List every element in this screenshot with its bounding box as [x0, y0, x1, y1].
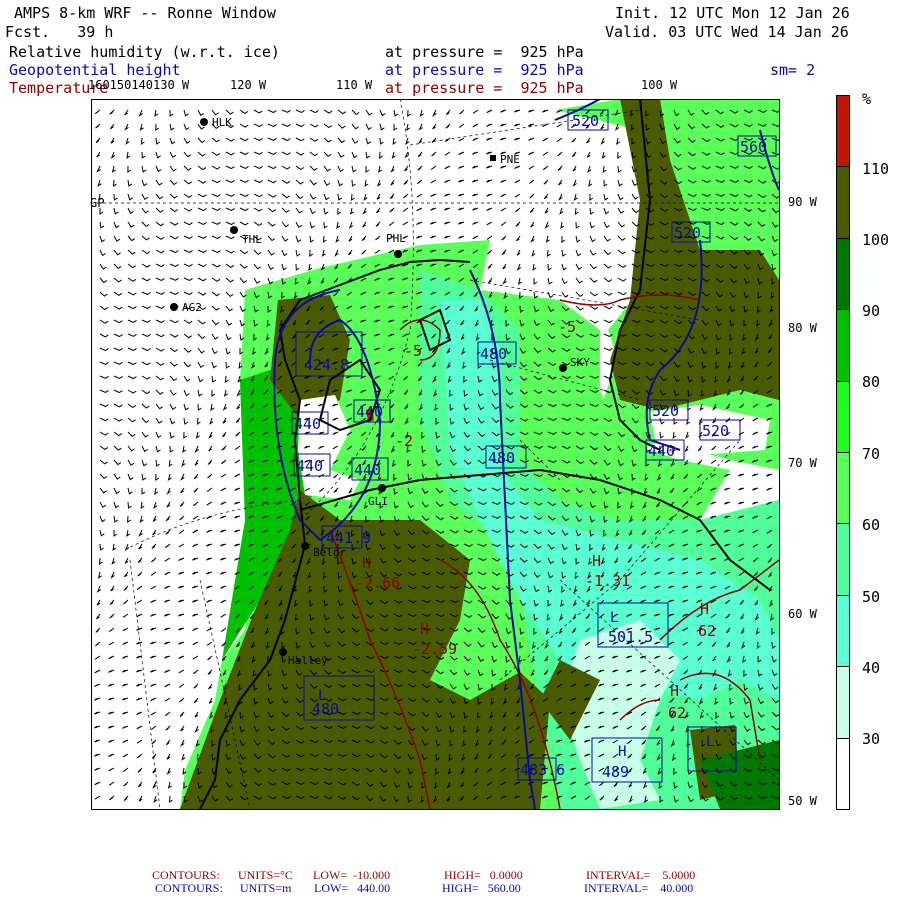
svg-text:424.8: 424.8: [304, 356, 349, 374]
field-height-level: at pressure = 925 hPa: [385, 61, 584, 79]
colorbar-tick: 40: [862, 659, 881, 677]
forecast-hour: Fcst. 39 h: [5, 23, 114, 41]
height-contour-label: CONTOURS:: [155, 881, 223, 895]
svg-text:H: H: [592, 552, 601, 570]
svg-text:441.9: 441.9: [326, 529, 371, 547]
colorbar-tick: 70: [862, 445, 881, 463]
height-contour-interval: INTERVAL= 40.000: [584, 881, 694, 895]
svg-text:L: L: [706, 734, 714, 750]
height-contour-units: UNITS=m: [240, 881, 292, 895]
station-label: SKY: [570, 356, 590, 369]
svg-text:560: 560: [740, 138, 767, 156]
temp-contour-low: LOW= -10.000: [313, 868, 391, 882]
temp-contour-label: CONTOURS:: [152, 868, 220, 882]
lat-label: 70 W: [788, 456, 817, 470]
temp-contour-interval: INTERVAL= 5.0000: [586, 868, 696, 882]
lon-label: 120 W: [230, 78, 267, 92]
valid-time: Valid. 03 UTC Wed 14 Jan 26: [605, 23, 849, 41]
height-contour-high: HIGH= 560.00: [442, 881, 521, 895]
station-label: GLI: [368, 495, 388, 508]
svg-text:-5: -5: [404, 342, 422, 360]
lat-label-left: GP: [90, 196, 105, 210]
svg-text:501.5: 501.5: [608, 628, 653, 646]
init-time: Init. 12 UTC Mon 12 Jan 26: [615, 4, 850, 22]
station-label: PHL: [386, 232, 406, 245]
colorbar-swatch: [836, 523, 850, 596]
colorbar-tick: 90: [862, 302, 881, 320]
svg-text:-2: -2: [395, 432, 413, 450]
lon-label: 160150140130 W: [88, 78, 190, 92]
colorbar-swatch: [836, 666, 850, 739]
smoothing-label: sm= 2: [770, 61, 816, 79]
svg-text:480: 480: [488, 449, 515, 467]
svg-text:L: L: [610, 610, 618, 626]
lat-label: 50 W: [788, 794, 817, 808]
svg-text:489: 489: [602, 763, 629, 781]
colorbar-swatch: [836, 380, 850, 453]
svg-text:-2.66: -2.66: [355, 574, 400, 592]
station-label: THL: [242, 233, 262, 246]
svg-text:H: H: [362, 554, 371, 572]
colorbar-swatch: [836, 594, 850, 668]
svg-text:440: 440: [296, 457, 323, 475]
map-panel: HLK PNE THL PHL AG2 SKY GLI Belgr Halley…: [91, 99, 780, 810]
svg-text:62: 62: [698, 622, 716, 640]
svg-text:62: 62: [668, 704, 686, 722]
map-title: AMPS 8-km WRF -- Ronne Window: [14, 4, 276, 22]
lat-label: 60 W: [788, 607, 817, 621]
svg-text:520: 520: [652, 402, 679, 420]
svg-text:H: H: [700, 600, 709, 618]
svg-text:-1.31: -1.31: [585, 572, 630, 590]
colorbar-swatch: [836, 95, 850, 168]
colorbar-swatch: [836, 166, 850, 239]
colorbar-tick: 110: [862, 160, 890, 178]
station-label: HLK: [212, 116, 232, 129]
svg-text:520: 520: [674, 224, 701, 242]
svg-text:H: H: [420, 620, 429, 638]
lon-label: 100 W: [641, 78, 678, 92]
svg-text:520: 520: [702, 422, 729, 440]
svg-text:483.6: 483.6: [520, 761, 565, 779]
temp-contour-units: UNITS=°C: [238, 868, 293, 882]
field-rh: Relative humidity (w.r.t. ice): [9, 43, 280, 61]
lat-label: 80 W: [788, 321, 817, 335]
colorbar-swatch: [836, 452, 850, 525]
colorbar-swatch: [836, 737, 850, 810]
colorbar-tick: 80: [862, 373, 881, 391]
svg-text:440: 440: [356, 403, 383, 421]
colorbar-tick: 60: [862, 516, 881, 534]
station-label: Halley: [288, 654, 328, 667]
svg-text:-5: -5: [558, 318, 576, 336]
svg-text:480: 480: [480, 345, 507, 363]
svg-text:440: 440: [648, 442, 675, 460]
field-temperature-level: at pressure = 925 hPa: [385, 79, 584, 97]
colorbar-tick: 30: [862, 730, 881, 748]
height-contour-low: LOW= 440.00: [314, 881, 391, 895]
colorbar-tick: 100: [862, 231, 890, 249]
station-label: AG2: [182, 301, 202, 314]
lat-label: 90 W: [788, 195, 817, 209]
svg-text:-2.59: -2.59: [412, 640, 457, 658]
svg-text:520: 520: [572, 112, 599, 130]
field-rh-level: at pressure = 925 hPa: [385, 43, 584, 61]
svg-text:H: H: [618, 744, 626, 760]
colorbar-unit: %: [862, 90, 872, 108]
field-height: Geopotential height: [9, 61, 181, 79]
svg-text:440: 440: [354, 461, 381, 479]
svg-text:H: H: [670, 682, 679, 700]
temp-contour-high: HIGH= 0.0000: [444, 868, 523, 882]
colorbar-tick: 50: [862, 588, 881, 606]
colorbar-swatch: [836, 309, 850, 382]
svg-text:440: 440: [294, 415, 321, 433]
station-label: PNE: [500, 153, 520, 166]
colorbar-swatch: [836, 237, 850, 311]
svg-text:L: L: [318, 688, 326, 704]
lon-label: 110 W: [336, 78, 373, 92]
